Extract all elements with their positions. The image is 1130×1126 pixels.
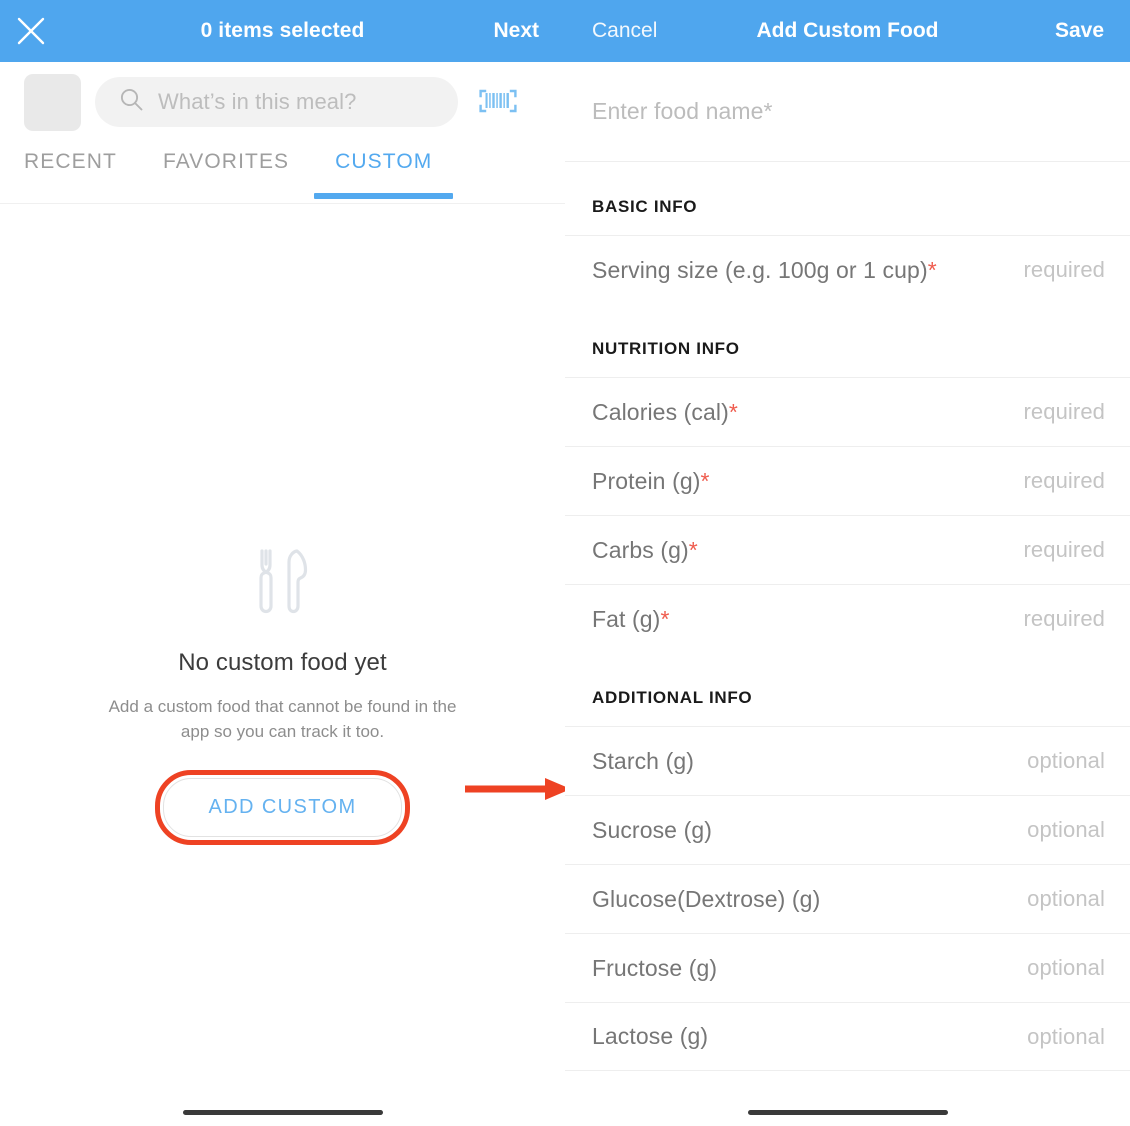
field-hint: optional xyxy=(1027,748,1105,773)
field-label: Carbs (g)* xyxy=(592,536,698,563)
home-indicator-right xyxy=(748,1110,948,1115)
left-navbar: 0 items selected Next xyxy=(0,0,565,62)
field-hint: required xyxy=(1023,399,1105,424)
field-hint: required xyxy=(1023,537,1105,562)
search-bar-row: What’s in this meal? xyxy=(0,62,565,142)
cancel-button[interactable]: Cancel xyxy=(592,19,657,43)
field-lactose[interactable]: Lactose (g) optional xyxy=(565,1002,1130,1071)
empty-state-subtitle: Add a custom food that cannot be found i… xyxy=(108,697,457,741)
add-custom-wrapper: ADD CUSTOM xyxy=(155,770,410,846)
field-serving-size[interactable]: Serving size (e.g. 100g or 1 cup)* requi… xyxy=(565,235,1130,304)
empty-state: No custom food yet Add a custom food tha… xyxy=(0,548,565,846)
food-search-screen: 0 items selected Next What’s in this mea… xyxy=(0,0,565,1126)
field-label: Fat (g)* xyxy=(592,605,670,632)
meal-thumbnail-placeholder[interactable] xyxy=(24,73,81,131)
field-sucrose[interactable]: Sucrose (g) optional xyxy=(565,795,1130,864)
field-label: Lactose (g) xyxy=(592,1023,709,1049)
field-label: Fructose (g) xyxy=(592,954,718,981)
field-hint: optional xyxy=(1027,1023,1105,1049)
required-asterisk: * xyxy=(728,398,738,425)
tab-custom[interactable]: CUSTOM xyxy=(314,142,454,199)
add-custom-food-screen: Cancel Add Custom Food Save Enter food n… xyxy=(565,0,1130,1126)
field-label: Serving size (e.g. 100g or 1 cup)* xyxy=(592,256,937,283)
search-input[interactable]: What’s in this meal? xyxy=(95,77,458,127)
field-calories[interactable]: Calories (cal)* required xyxy=(565,377,1130,446)
field-starch[interactable]: Starch (g) optional xyxy=(565,726,1130,795)
section-heading-nutrition-info: NUTRITION INFO xyxy=(592,339,740,358)
dual-screen-comparison: 0 items selected Next What’s in this mea… xyxy=(0,0,1130,1126)
field-hint: required xyxy=(1023,606,1105,631)
save-button[interactable]: Save xyxy=(1055,19,1104,43)
close-button[interactable] xyxy=(0,0,62,62)
add-custom-button[interactable]: ADD CUSTOM xyxy=(163,778,402,838)
field-label: Starch (g) xyxy=(592,747,694,774)
section-heading-additional-info: ADDITIONAL INFO xyxy=(592,688,753,707)
barcode-scan-icon xyxy=(478,82,518,123)
search-placeholder: What’s in this meal? xyxy=(158,89,357,114)
page-title: 0 items selected xyxy=(200,19,365,42)
food-name-field[interactable]: Enter food name* xyxy=(565,62,1130,162)
field-glucose[interactable]: Glucose(Dextrose) (g) optional xyxy=(565,864,1130,933)
field-hint: optional xyxy=(1027,955,1105,980)
required-asterisk: * xyxy=(927,256,937,283)
field-hint: optional xyxy=(1027,886,1105,911)
required-asterisk: * xyxy=(688,536,698,563)
close-x-icon xyxy=(16,16,46,46)
custom-food-form: Enter food name* BASIC INFO Serving size… xyxy=(565,62,1130,1071)
field-fat[interactable]: Fat (g)* required xyxy=(565,584,1130,653)
fork-and-knife-icon xyxy=(0,548,565,619)
field-label: Protein (g)* xyxy=(592,467,710,494)
field-label: Glucose(Dextrose) (g) xyxy=(592,885,821,912)
required-asterisk: * xyxy=(660,605,670,632)
tab-bar-divider xyxy=(0,203,565,204)
tab-favorites[interactable]: FAVORITES xyxy=(163,142,289,174)
field-hint: required xyxy=(1023,468,1105,493)
required-asterisk: * xyxy=(700,467,710,494)
tab-bar: RECENT FAVORITES CUSTOM xyxy=(0,142,565,206)
field-hint: required xyxy=(1023,257,1105,282)
field-carbs[interactable]: Carbs (g)* required xyxy=(565,515,1130,584)
field-label: Sucrose (g) xyxy=(592,816,712,843)
next-button[interactable]: Next xyxy=(493,19,539,43)
barcode-scan-button[interactable] xyxy=(476,83,520,121)
home-indicator-left xyxy=(183,1110,383,1115)
food-name-placeholder: Enter food name* xyxy=(592,98,773,124)
search-icon xyxy=(119,87,144,117)
tab-recent[interactable]: RECENT xyxy=(24,142,117,174)
field-fructose[interactable]: Fructose (g) optional xyxy=(565,933,1130,1002)
field-label: Calories (cal)* xyxy=(592,398,738,425)
field-protein[interactable]: Protein (g)* required xyxy=(565,446,1130,515)
field-hint: optional xyxy=(1027,817,1105,842)
right-navbar: Cancel Add Custom Food Save xyxy=(565,0,1130,62)
section-heading-basic-info: BASIC INFO xyxy=(592,197,698,216)
empty-state-title: No custom food yet xyxy=(178,649,387,676)
